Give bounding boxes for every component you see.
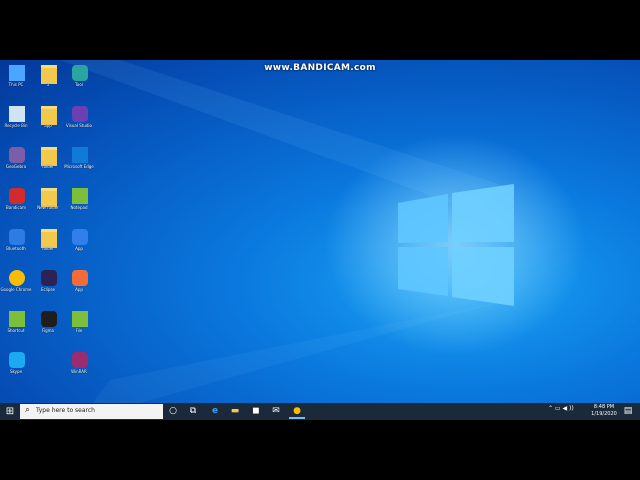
desktop-icon[interactable]: Notepad <box>64 185 94 225</box>
desktop-icon[interactable]: folder <box>33 226 63 266</box>
desktop-icon-label: Visual Studio <box>66 123 92 128</box>
desktop-icon[interactable]: Bluetooth <box>1 226 31 266</box>
desktop-icon[interactable]: Figma <box>33 308 63 348</box>
search-placeholder: Type here to search <box>36 407 95 414</box>
mail-icon[interactable]: ✉ <box>268 404 284 419</box>
desktop-icon[interactable]: Recycle Bin <box>1 103 31 143</box>
file-icon <box>72 188 88 204</box>
desktop-icon-label: Bandicam <box>6 205 26 210</box>
edge-icon <box>72 147 88 163</box>
desktop-icon-label: WinRAR <box>71 369 87 374</box>
app-icon <box>72 352 88 368</box>
desktop-icon-label: Shortcut <box>7 328 25 333</box>
recording-watermark: www.BANDICAM.com <box>264 63 376 73</box>
app-icon <box>72 65 88 81</box>
clock-time: 8:48 PM <box>593 404 615 410</box>
start-button[interactable]: ⊞ <box>3 405 17 418</box>
wallpaper-logo <box>60 60 585 420</box>
app-icon <box>41 311 57 327</box>
desktop-icon-label: Microsoft Edge <box>64 164 94 169</box>
desktop-icon[interactable]: App <box>64 267 94 307</box>
desktop-icon-label: App <box>75 287 83 292</box>
desktop-icon[interactable]: Microsoft Edge <box>64 144 94 184</box>
desktop-icon[interactable]: Eclipse <box>33 267 63 307</box>
desktop-icon[interactable]: App <box>64 226 94 266</box>
app-icon <box>72 229 88 245</box>
system-tray-icons[interactable]: ⌃ ▭ ◀ )) <box>548 405 574 412</box>
edge-icon[interactable]: e <box>207 404 223 419</box>
file-icon <box>9 311 25 327</box>
clock-date: 1/19/2020 <box>591 411 617 417</box>
desktop-icon[interactable]: WinRAR <box>64 349 94 389</box>
desktop-icon-label: GeoGebra <box>5 164 27 169</box>
desktop-icon[interactable]: Visual Studio <box>64 103 94 143</box>
desktop-icon[interactable]: This PC <box>1 62 31 102</box>
app-icon <box>72 270 88 286</box>
desktop-icon-label: Skype <box>9 369 23 374</box>
desktop[interactable]: www.BANDICAM.com This PC Recycle Bin GeoGe… <box>0 60 640 420</box>
desktop-icon[interactable]: Bandicam <box>1 185 31 225</box>
desktop-icon[interactable]: Shortcut <box>1 308 31 348</box>
notification-center-icon[interactable]: ▤ <box>622 405 634 418</box>
store-icon[interactable]: ◼ <box>248 404 264 419</box>
cortana-icon[interactable]: ○ <box>165 404 181 419</box>
app-icon <box>9 147 25 163</box>
search-box[interactable]: ⌕ Type here to search <box>20 404 163 419</box>
desktop-icon[interactable]: 1 <box>33 62 63 102</box>
bin-icon <box>9 106 25 122</box>
file-explorer-icon[interactable]: ▬ <box>227 404 243 419</box>
desktop-icon-label: Notepad <box>70 205 88 210</box>
desktop-icon-label: File <box>75 328 83 333</box>
desktop-icon[interactable]: Skype <box>1 349 31 389</box>
desktop-icon[interactable]: File <box>64 308 94 348</box>
desktop-icon-label: This PC <box>8 82 24 87</box>
chrome-icon <box>9 270 25 286</box>
desktop-icon-label: Bluetooth <box>6 246 26 251</box>
desktop-icon[interactable]: GeoGebra <box>1 144 31 184</box>
desktop-icon[interactable]: Tool <box>64 62 94 102</box>
app-icon <box>9 229 25 245</box>
desktop-icon[interactable]: app <box>33 103 63 143</box>
app-icon <box>9 188 25 204</box>
desktop-icon-label: Recycle Bin <box>4 123 28 128</box>
desktop-icon-label: Google Chrome <box>0 287 32 292</box>
clock[interactable]: 8:48 PM 1/19/2020 <box>588 404 620 418</box>
pc-icon <box>9 65 25 81</box>
app-icon <box>41 270 57 286</box>
app-icon <box>9 352 25 368</box>
search-icon: ⌕ <box>25 405 31 415</box>
chrome-icon[interactable]: ● <box>289 404 305 419</box>
app-icon <box>72 106 88 122</box>
desktop-icon[interactable]: New folder <box>33 185 63 225</box>
desktop-icon[interactable]: folder <box>33 144 63 184</box>
taskbar: ⊞ ⌕ Type here to search ○ ⧉ e ▬ ◼ ✉ ● ⌃ … <box>0 403 640 420</box>
desktop-icon-label: Tool <box>75 82 83 87</box>
desktop-icon-label: App <box>75 246 83 251</box>
desktop-icon[interactable]: Google Chrome <box>0 267 32 307</box>
file-icon <box>72 311 88 327</box>
task-view-icon[interactable]: ⧉ <box>185 404 201 419</box>
